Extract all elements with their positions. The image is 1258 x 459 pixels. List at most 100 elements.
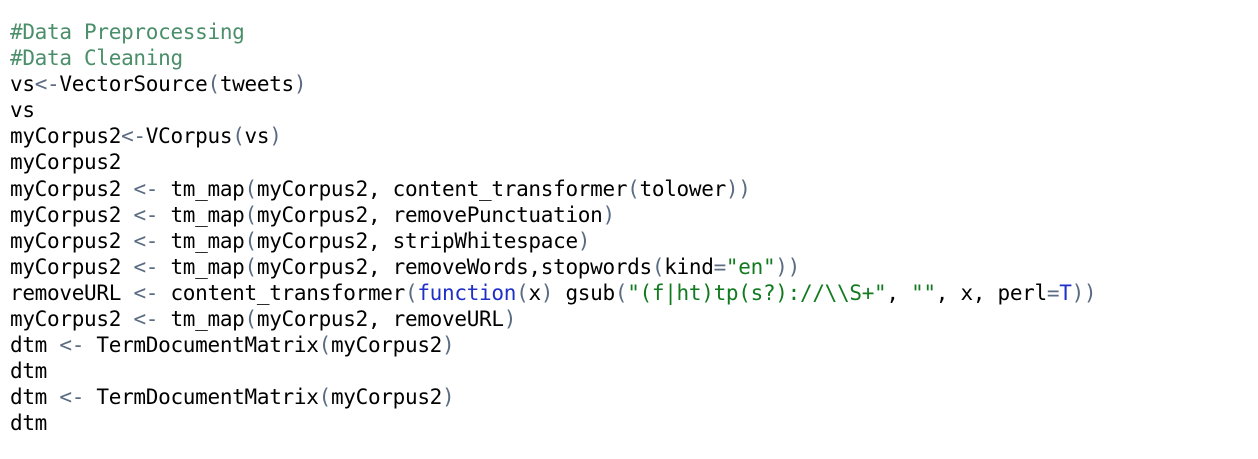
code-line[interactable]: dtm <- TermDocumentMatrix(myCorpus2) xyxy=(10,332,1258,358)
code-token: , x, perl xyxy=(935,280,1047,305)
code-token: ) xyxy=(577,228,591,253)
code-token: vs xyxy=(10,98,35,123)
code-line[interactable]: myCorpus2 <- tm_map(myCorpus2, stripWhit… xyxy=(10,228,1258,254)
code-token: ( xyxy=(318,333,332,358)
code-line[interactable]: removeURL <- content_transformer(functio… xyxy=(10,280,1258,306)
code-token: myCorpus2 xyxy=(10,150,122,175)
code-token: myCorpus2 xyxy=(10,307,134,332)
code-token: tweets xyxy=(219,72,294,97)
code-token: ( xyxy=(318,385,332,410)
code-token: <- xyxy=(34,72,60,97)
code-line[interactable]: myCorpus2 xyxy=(10,149,1258,175)
code-line[interactable]: dtm xyxy=(10,358,1258,384)
code-line[interactable]: myCorpus2 <- tm_map(myCorpus2, removeWor… xyxy=(10,254,1258,280)
code-token: myCorpus2, removeURL xyxy=(256,307,504,332)
code-token: myCorpus2 xyxy=(10,124,122,149)
code-token: ( xyxy=(244,307,258,332)
code-line[interactable]: dtm xyxy=(10,410,1258,436)
code-line[interactable]: #Data Cleaning xyxy=(10,45,1258,71)
code-token: myCorpus2 xyxy=(330,385,443,410)
code-token: myCorpus2 xyxy=(10,176,134,201)
code-token: <- xyxy=(59,385,85,410)
code-token: , xyxy=(886,280,912,305)
code-token: ( xyxy=(614,280,628,305)
code-token: <- xyxy=(133,176,159,201)
code-token: myCorpus2 xyxy=(10,254,134,279)
code-token: #Data Cleaning xyxy=(10,46,183,71)
code-token: gsub xyxy=(553,280,615,305)
code-token: myCorpus2 xyxy=(330,333,443,358)
code-line[interactable]: myCorpus2<-VCorpus(vs) xyxy=(10,123,1258,149)
code-token: VectorSource xyxy=(59,72,208,97)
code-token: )) xyxy=(775,254,800,279)
code-token: tolower xyxy=(639,176,727,201)
code-token: myCorpus2, removePunctuation xyxy=(256,202,603,227)
code-line[interactable]: vs<-VectorSource(tweets) xyxy=(10,71,1258,97)
code-token: ) xyxy=(442,385,455,410)
code-token: myCorpus2, content_transformer xyxy=(256,176,628,201)
code-token: myCorpus2, stripWhitespace xyxy=(256,228,578,253)
code-token: TermDocumentMatrix xyxy=(84,333,319,358)
code-token: myCorpus2, removeWords,stopwords xyxy=(256,254,652,279)
code-token: <- xyxy=(59,333,85,358)
code-token: myCorpus2 xyxy=(10,228,134,253)
code-token: <- xyxy=(133,202,159,227)
code-token: = xyxy=(1046,280,1060,305)
code-token: tm_map xyxy=(158,228,245,253)
code-line[interactable]: myCorpus2 <- tm_map(myCorpus2, removePun… xyxy=(10,202,1258,228)
code-token: #Data Preprocessing xyxy=(10,20,245,44)
code-line[interactable]: vs xyxy=(10,97,1258,123)
code-token: )) xyxy=(1071,280,1097,305)
code-line[interactable]: dtm <- TermDocumentMatrix(myCorpus2) xyxy=(10,384,1258,410)
code-token: myCorpus2 xyxy=(10,202,134,227)
code-line[interactable]: myCorpus2 <- tm_map(myCorpus2, removeURL… xyxy=(10,306,1258,332)
code-token: dtm xyxy=(10,385,60,410)
code-token: tm_map xyxy=(158,176,245,201)
code-token: = xyxy=(713,254,727,279)
code-token: ( xyxy=(627,176,640,201)
code-token: "en" xyxy=(725,254,776,279)
code-token: function xyxy=(417,280,517,305)
code-token: ( xyxy=(244,254,258,279)
code-token: ( xyxy=(244,176,258,201)
code-token: VCorpus xyxy=(145,124,233,149)
code-token: dtm xyxy=(10,333,60,358)
code-token: ( xyxy=(405,280,418,305)
code-token: ) xyxy=(503,307,517,332)
code-token: <- xyxy=(133,228,159,253)
code-token: T xyxy=(1059,280,1072,305)
code-token: ( xyxy=(651,254,665,279)
code-token: ( xyxy=(244,228,258,253)
code-token: <- xyxy=(121,124,146,149)
code-editor[interactable]: #Data Preprocessing #Data Cleaning vs<-Vec… xyxy=(10,19,1258,459)
code-token: tm_map xyxy=(158,307,245,332)
code-token: kind xyxy=(664,254,714,279)
code-token: ( xyxy=(516,280,529,305)
code-token: ( xyxy=(232,124,245,149)
code-token: dtm xyxy=(10,411,48,436)
code-token: tm_map xyxy=(158,254,245,279)
code-line[interactable]: myCorpus2 <- tm_map(myCorpus2, content_t… xyxy=(10,176,1258,202)
code-token: <- xyxy=(133,280,159,305)
code-token: "" xyxy=(911,280,936,305)
code-token: ) xyxy=(540,280,554,305)
code-token: TermDocumentMatrix xyxy=(84,385,319,410)
code-token: dtm xyxy=(10,359,48,384)
code-token: ) xyxy=(269,124,282,149)
code-token: removeURL xyxy=(10,280,134,305)
code-token: content_transformer xyxy=(158,280,405,305)
code-line[interactable]: #Data Preprocessing xyxy=(10,19,1258,45)
code-token: x xyxy=(528,280,541,305)
code-token: )) xyxy=(725,176,751,201)
code-token: ( xyxy=(207,72,221,97)
code-token: <- xyxy=(133,254,159,279)
code-token: vs xyxy=(244,124,270,149)
code-token: "(f|ht)tp(s?)://\\S+" xyxy=(627,280,887,305)
code-token: <- xyxy=(133,307,159,332)
code-token: ( xyxy=(244,202,258,227)
code-token: ) xyxy=(442,333,455,358)
code-token: ) xyxy=(293,72,307,97)
code-token: tm_map xyxy=(158,202,245,227)
code-token: vs xyxy=(10,72,35,97)
code-token: ) xyxy=(602,202,615,227)
